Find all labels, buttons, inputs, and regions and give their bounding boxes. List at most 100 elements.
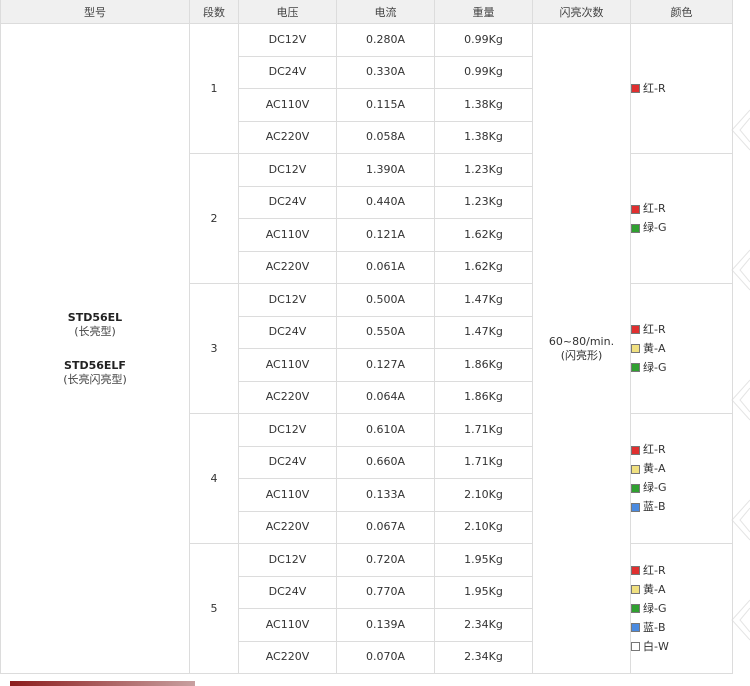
voltage-cell: AC110V (238, 478, 337, 512)
current-cell: 0.720A (336, 543, 435, 577)
color-label: 绿-G (643, 601, 667, 615)
current-cell: 0.550A (336, 315, 435, 349)
voltage-cell: AC110V (238, 88, 337, 122)
color-swatch-icon (631, 464, 640, 474)
weight-cell: 1.23Kg (434, 153, 533, 187)
voltage-cell: DC24V (238, 575, 337, 609)
weight-cell: 1.23Kg (434, 185, 533, 219)
voltage-cell: DC24V (238, 445, 337, 479)
weight-cell: 1.62Kg (434, 218, 533, 252)
current-cell: 0.064A (336, 380, 435, 414)
current-cell: 0.610A (336, 413, 435, 447)
weight-cell: 2.34Kg (434, 608, 533, 642)
voltage-cell: DC12V (238, 543, 337, 577)
current-cell: 0.127A (336, 348, 435, 382)
voltage-cell: DC24V (238, 55, 337, 89)
model-spacer (1, 339, 189, 359)
color-swatch-icon (631, 223, 640, 233)
color-label: 黄-A (643, 462, 666, 475)
weight-cell: 2.10Kg (434, 510, 533, 544)
color-swatch-icon (631, 604, 640, 613)
color-item: 红-R (631, 441, 732, 460)
model-sub-1: (长亮型) (74, 324, 116, 338)
voltage-cell: DC24V (238, 315, 337, 349)
weight-cell: 1.38Kg (434, 88, 533, 122)
color-label: 白-W (643, 639, 669, 653)
color-label: 绿-G (643, 221, 667, 234)
header-current: 电流 (336, 0, 435, 24)
color-label: 黄-A (643, 582, 666, 596)
voltage-cell: AC220V (238, 510, 337, 544)
color-label: 红-R (643, 202, 666, 215)
weight-cell: 1.86Kg (434, 380, 533, 414)
header-flash: 闪亮次数 (532, 0, 631, 24)
color-item: 红-R (631, 79, 732, 98)
flash-note: (闪亮形) (560, 348, 603, 362)
color-swatch-icon (631, 585, 640, 594)
weight-cell: 2.10Kg (434, 478, 533, 512)
voltage-cell: DC12V (238, 23, 337, 57)
color-item: 白-W (631, 637, 732, 656)
segments-cell: 2 (189, 153, 239, 284)
current-cell: 0.070A (336, 640, 435, 674)
weight-cell: 0.99Kg (434, 55, 533, 89)
color-label: 蓝-B (643, 620, 666, 634)
header-weight: 重量 (434, 0, 533, 24)
weight-cell: 1.71Kg (434, 445, 533, 479)
color-item: 黄-A (631, 339, 732, 358)
voltage-cell: AC220V (238, 380, 337, 414)
header-segments: 段数 (189, 0, 239, 24)
weight-cell: 1.71Kg (434, 413, 533, 447)
color-label: 红-R (643, 563, 666, 577)
color-swatch-icon (631, 502, 640, 512)
color-swatch-icon (631, 325, 640, 334)
voltage-cell: AC220V (238, 250, 337, 284)
color-item: 绿-G (631, 219, 732, 238)
weight-cell: 1.47Kg (434, 283, 533, 317)
segments-cell: 1 (189, 23, 239, 154)
color-swatch-icon (631, 642, 640, 651)
color-cell: 红-R (630, 23, 733, 154)
header-model: 型号 (0, 0, 190, 24)
color-item: 绿-G (631, 358, 732, 377)
color-item: 绿-G (631, 599, 732, 618)
current-cell: 0.061A (336, 250, 435, 284)
model-cell: STD56EL (长亮型) STD56ELF (长亮闪亮型) (0, 23, 190, 674)
color-swatch-icon (631, 84, 640, 93)
table-row: STD56EL (长亮型) STD56ELF (长亮闪亮型) 1 DC12V 0.280A 0… (0, 23, 733, 674)
color-swatch-icon (631, 204, 640, 214)
current-cell: 0.660A (336, 445, 435, 479)
voltage-cell: AC220V (238, 120, 337, 154)
current-cell: 0.121A (336, 218, 435, 252)
color-label: 绿-G (643, 360, 667, 374)
color-label: 红-R (643, 322, 666, 336)
current-cell: 0.058A (336, 120, 435, 154)
color-label: 红-R (643, 81, 666, 95)
bottom-section-bar (10, 681, 195, 686)
voltage-cell: AC110V (238, 218, 337, 252)
segments-cell: 3 (189, 283, 239, 414)
weight-cell: 1.95Kg (434, 575, 533, 609)
weight-cell: 1.86Kg (434, 348, 533, 382)
flash-rate: 60~80/min. (548, 334, 615, 348)
color-swatch-icon (631, 344, 640, 353)
current-cell: 0.330A (336, 55, 435, 89)
color-item: 黄-A (631, 460, 732, 479)
current-cell: 0.280A (336, 23, 435, 57)
color-item: 绿-G (631, 479, 732, 498)
color-swatch-icon (631, 623, 640, 632)
color-label: 黄-A (643, 341, 666, 355)
voltage-cell: DC12V (238, 413, 337, 447)
model-name-2: STD56ELF (64, 358, 126, 372)
header-color: 颜色 (630, 0, 733, 24)
weight-cell: 1.95Kg (434, 543, 533, 577)
flash-cell: 60~80/min. (闪亮形) (532, 23, 631, 674)
color-cell: 红-R 绿-G (630, 153, 733, 284)
current-cell: 0.500A (336, 283, 435, 317)
color-item: 蓝-B (631, 618, 732, 637)
current-cell: 0.770A (336, 575, 435, 609)
voltage-cell: AC220V (238, 640, 337, 674)
current-cell: 0.133A (336, 478, 435, 512)
current-cell: 1.390A (336, 153, 435, 187)
weight-cell: 2.34Kg (434, 640, 533, 674)
